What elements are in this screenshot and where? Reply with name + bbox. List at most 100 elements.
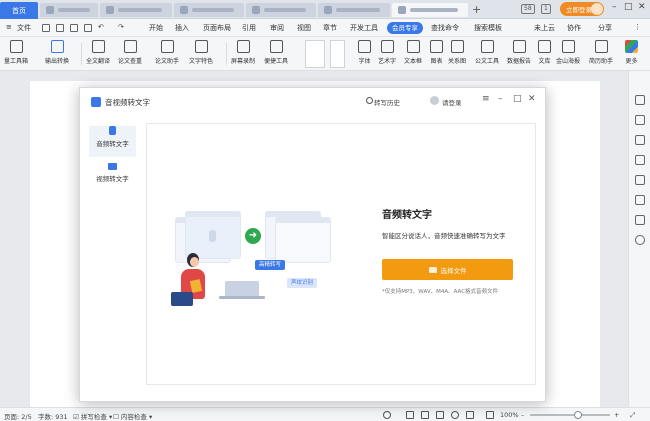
share-button[interactable]: 分享 bbox=[598, 23, 612, 33]
minimize-icon[interactable]: – bbox=[498, 94, 503, 104]
library-button[interactable]: 文库 bbox=[538, 40, 551, 65]
maximize-icon[interactable]: □ bbox=[624, 2, 633, 12]
text-feature-button[interactable]: 文字特色 bbox=[189, 40, 213, 65]
menu-start[interactable]: 开始 bbox=[149, 23, 163, 33]
textbox-button[interactable]: 文本框 bbox=[404, 40, 422, 65]
poster-button[interactable]: 金山海报 bbox=[556, 40, 580, 65]
quick-tools-button[interactable]: 便捷工具 bbox=[264, 40, 288, 65]
nav-video-to-text[interactable]: 视频转文字 bbox=[89, 163, 136, 194]
export-icon[interactable] bbox=[56, 24, 64, 32]
history-link[interactable]: 转写历史 bbox=[374, 97, 400, 107]
adjust-icon[interactable] bbox=[635, 155, 645, 165]
select-file-button[interactable]: 选择文件 bbox=[382, 259, 513, 280]
style-preview-box[interactable] bbox=[330, 40, 345, 68]
notification-badge[interactable]: 1 bbox=[541, 4, 551, 14]
close-icon[interactable]: ✕ bbox=[528, 94, 536, 104]
chart-button[interactable]: 图表 bbox=[430, 40, 443, 65]
document-tab[interactable] bbox=[318, 3, 390, 17]
paper-assistant-button[interactable]: 论文助手 bbox=[155, 40, 179, 65]
help-icon[interactable] bbox=[635, 235, 645, 245]
preview-icon[interactable] bbox=[84, 24, 92, 32]
screen-record-button[interactable]: 屏幕录制 bbox=[231, 40, 255, 65]
more-button[interactable]: 更多 bbox=[625, 40, 638, 65]
login-button[interactable]: 立即登录 bbox=[560, 2, 604, 16]
cloud-status[interactable]: 未上云 bbox=[534, 23, 555, 33]
font-button[interactable]: 字体 bbox=[358, 40, 371, 65]
paper-assistant-icon bbox=[160, 40, 174, 53]
active-document-tab[interactable] bbox=[392, 3, 468, 17]
close-icon[interactable]: ✕ bbox=[638, 2, 646, 12]
right-sidebar bbox=[628, 71, 650, 407]
home-tab[interactable]: 首页 bbox=[0, 2, 38, 19]
document-tab[interactable] bbox=[100, 3, 172, 17]
collaborate-button[interactable]: 协作 bbox=[567, 23, 581, 33]
maximize-icon[interactable]: □ bbox=[513, 94, 522, 104]
menu-icon[interactable]: ≡ bbox=[482, 94, 490, 104]
menu-page-layout[interactable]: 页面布局 bbox=[203, 23, 231, 33]
share-icon[interactable] bbox=[635, 215, 645, 225]
dialog-content: ➜ 高精转写 声纹识别 音频转文字 智能区分说话人，音频快速准确转写为文字 选择… bbox=[146, 123, 536, 385]
page-view-icon[interactable] bbox=[406, 411, 414, 419]
relation-chart-button[interactable]: 关系图 bbox=[448, 40, 466, 65]
search-template[interactable]: 搜索模板 bbox=[474, 23, 502, 33]
login-link[interactable]: 请登录 bbox=[442, 97, 462, 107]
menu-chapter[interactable]: 章节 bbox=[323, 23, 337, 33]
dialog-title: 音视频转文字 bbox=[105, 98, 150, 107]
new-tab-plus-icon[interactable]: + bbox=[472, 3, 481, 16]
menu-insert[interactable]: 插入 bbox=[175, 23, 189, 33]
zoom-level[interactable]: 100% bbox=[500, 411, 519, 419]
menu-file[interactable]: 文件 bbox=[17, 23, 31, 33]
spell-check[interactable]: ☑ 拼写检查 ▾ bbox=[73, 411, 112, 421]
zoom-out-icon[interactable]: – bbox=[521, 411, 524, 419]
outline-view-icon[interactable] bbox=[421, 411, 429, 419]
user-icon[interactable] bbox=[430, 96, 439, 105]
document-tab[interactable] bbox=[174, 3, 244, 17]
menu-review[interactable]: 审阅 bbox=[270, 23, 284, 33]
location-icon[interactable] bbox=[635, 195, 645, 205]
save-icon[interactable] bbox=[42, 24, 50, 32]
select-icon[interactable] bbox=[635, 95, 645, 105]
fit-window-icon[interactable]: ⤢ bbox=[630, 411, 635, 420]
art-text-button[interactable]: 艺术字 bbox=[378, 40, 396, 65]
menu-reference[interactable]: 引用 bbox=[242, 23, 256, 33]
content-check[interactable]: ☐ 内容检查 ▾ bbox=[113, 411, 152, 421]
convert-button[interactable]: 输出转换 bbox=[45, 40, 69, 65]
undo-icon[interactable]: ↶ bbox=[98, 23, 104, 31]
nav-audio-to-text[interactable]: 音频转文字 bbox=[89, 126, 136, 157]
write-icon[interactable] bbox=[466, 411, 474, 419]
word-count[interactable]: 字数: 931 bbox=[38, 411, 68, 421]
pen-icon[interactable] bbox=[635, 115, 645, 125]
print-icon[interactable] bbox=[70, 24, 78, 32]
zoom-in-icon[interactable]: + bbox=[614, 411, 619, 419]
edit-icon[interactable] bbox=[635, 135, 645, 145]
menu-vip[interactable]: 会员专享 bbox=[387, 22, 423, 34]
document-tab[interactable] bbox=[40, 3, 98, 17]
page-indicator[interactable]: 页面: 2/5 bbox=[4, 411, 32, 421]
style-preview-box[interactable] bbox=[305, 40, 325, 68]
search-command[interactable]: 查找命令 bbox=[431, 23, 459, 33]
document-tab[interactable] bbox=[246, 3, 316, 17]
official-tools-button[interactable]: 公文工具 bbox=[475, 40, 499, 65]
minimize-icon[interactable]: – bbox=[612, 2, 617, 12]
eye-icon[interactable] bbox=[383, 411, 391, 419]
translate-button[interactable]: 全文翻译 bbox=[86, 40, 110, 65]
menu-view[interactable]: 视图 bbox=[297, 23, 311, 33]
reading-view-icon[interactable] bbox=[436, 411, 444, 419]
plagiarism-button[interactable]: 论文查重 bbox=[118, 40, 142, 65]
redo-icon[interactable]: ↷ bbox=[118, 23, 124, 31]
history-icon[interactable] bbox=[366, 97, 373, 104]
menu-developer[interactable]: 开发工具 bbox=[350, 23, 378, 33]
window-count-badge[interactable]: 58 bbox=[521, 4, 535, 14]
zoom-slider-knob[interactable] bbox=[574, 411, 582, 419]
web-view-icon[interactable] bbox=[451, 411, 459, 419]
toolbox-button[interactable]: 量工具箱 bbox=[4, 40, 28, 65]
data-report-button[interactable]: 数据报告 bbox=[507, 40, 531, 65]
fullscreen-icon[interactable] bbox=[486, 411, 494, 419]
app-logo-icon bbox=[91, 97, 101, 107]
zoom-slider[interactable] bbox=[530, 411, 610, 419]
resume-button[interactable]: 简历助手 bbox=[589, 40, 613, 65]
hamburger-icon[interactable]: ≡ bbox=[6, 23, 12, 31]
more-icon[interactable]: ⋮ bbox=[634, 23, 641, 31]
shape-icon[interactable] bbox=[635, 175, 645, 185]
high-precision-tag: 高精转写 bbox=[255, 260, 286, 270]
